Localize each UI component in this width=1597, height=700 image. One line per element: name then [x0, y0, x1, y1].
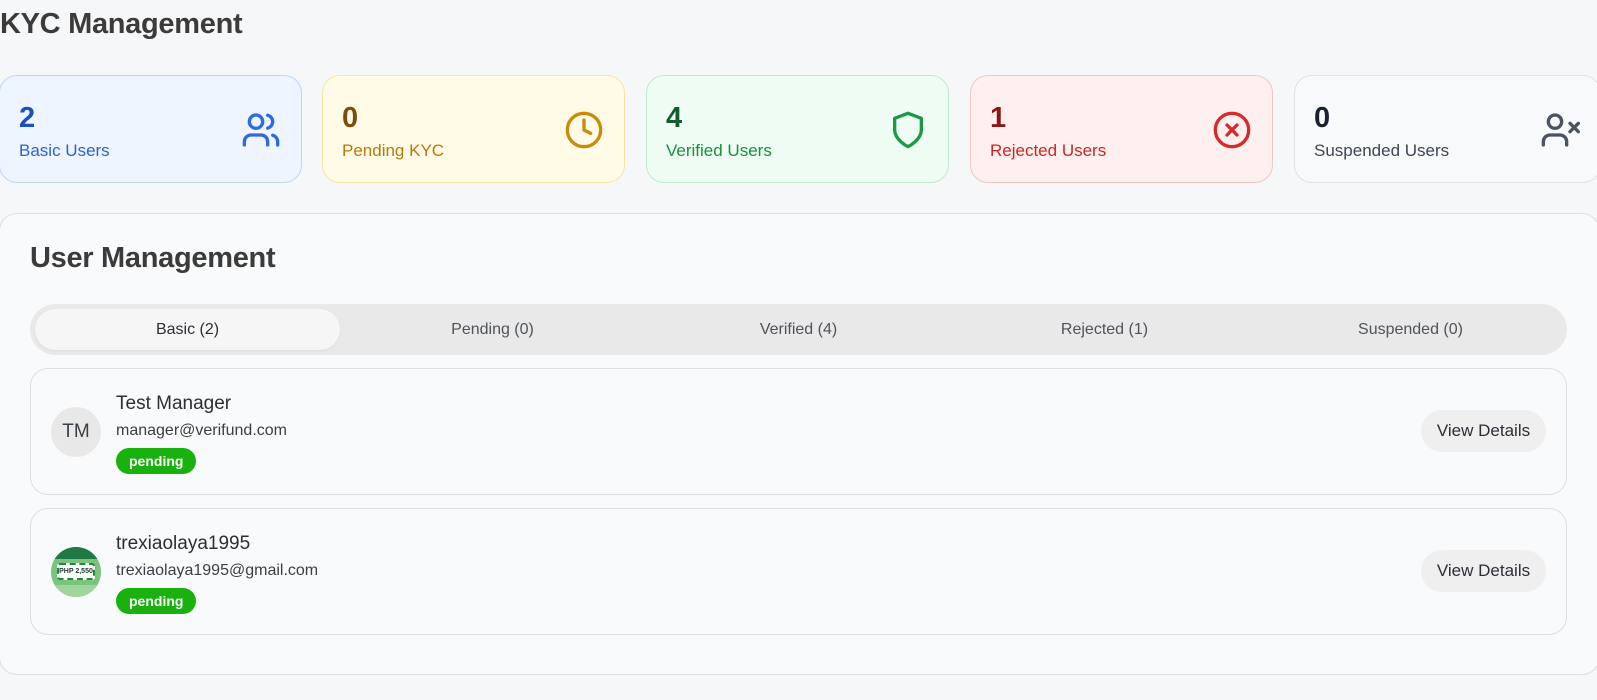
- user-name: Test Manager: [116, 393, 232, 414]
- stat-value: 0: [1314, 102, 1331, 134]
- stat-card-pending-kyc[interactable]: 0 Pending KYC: [322, 75, 625, 183]
- tab-verified[interactable]: Verified (4): [646, 309, 951, 350]
- stat-value: 4: [666, 102, 683, 134]
- stat-label: Rejected Users: [990, 141, 1107, 160]
- view-details-button[interactable]: View Details: [1421, 410, 1546, 452]
- user-x-icon: [1540, 110, 1580, 150]
- tab-bar: Basic (2) Pending (0) Verified (4) Rejec…: [30, 304, 1567, 355]
- x-circle-icon: [1212, 110, 1252, 150]
- avatar-image-band: [51, 585, 101, 597]
- avatar-image-text: PHP 2,550: [57, 563, 95, 580]
- user-list-item: TM Test Manager manager@verifund.com pen…: [30, 368, 1567, 495]
- stat-label: Verified Users: [666, 141, 772, 160]
- stat-label: Pending KYC: [342, 141, 445, 160]
- avatar: PHP 2,550: [51, 547, 101, 597]
- stat-label: Suspended Users: [1314, 141, 1450, 160]
- stat-label: Basic Users: [19, 141, 110, 160]
- avatar: TM: [51, 407, 101, 457]
- stat-card-verified-users[interactable]: 4 Verified Users: [646, 75, 949, 183]
- stat-value: 2: [19, 102, 36, 134]
- tab-rejected[interactable]: Rejected (1): [952, 309, 1257, 350]
- stat-card-basic-users[interactable]: 2 Basic Users: [0, 75, 302, 183]
- stat-card-suspended-users[interactable]: 0 Suspended Users: [1294, 75, 1597, 183]
- stats-row: 2 Basic Users 0 Pending KYC 4 Verified U…: [0, 75, 1597, 183]
- tab-basic[interactable]: Basic (2): [35, 309, 340, 350]
- status-badge: pending: [116, 448, 197, 474]
- avatar-image-band: [51, 547, 101, 559]
- tab-suspended[interactable]: Suspended (0): [1258, 309, 1563, 350]
- section-title: User Management: [30, 242, 276, 274]
- user-list-item: PHP 2,550 trexiaolaya1995 trexiaolaya199…: [30, 508, 1567, 635]
- status-badge: pending: [116, 588, 197, 614]
- view-details-button[interactable]: View Details: [1421, 550, 1546, 592]
- user-email: manager@verifund.com: [116, 422, 287, 439]
- users-icon: [241, 110, 281, 150]
- shield-icon: [888, 110, 928, 150]
- page-title: KYC Management: [0, 8, 243, 40]
- clock-icon: [564, 110, 604, 150]
- stat-value: 1: [990, 102, 1007, 134]
- user-management-panel: User Management Basic (2) Pending (0) Ve…: [0, 213, 1597, 675]
- tab-pending[interactable]: Pending (0): [340, 309, 645, 350]
- user-email: trexiaolaya1995@gmail.com: [116, 562, 319, 579]
- stat-card-rejected-users[interactable]: 1 Rejected Users: [970, 75, 1273, 183]
- user-name: trexiaolaya1995: [116, 533, 251, 554]
- stat-value: 0: [342, 102, 359, 134]
